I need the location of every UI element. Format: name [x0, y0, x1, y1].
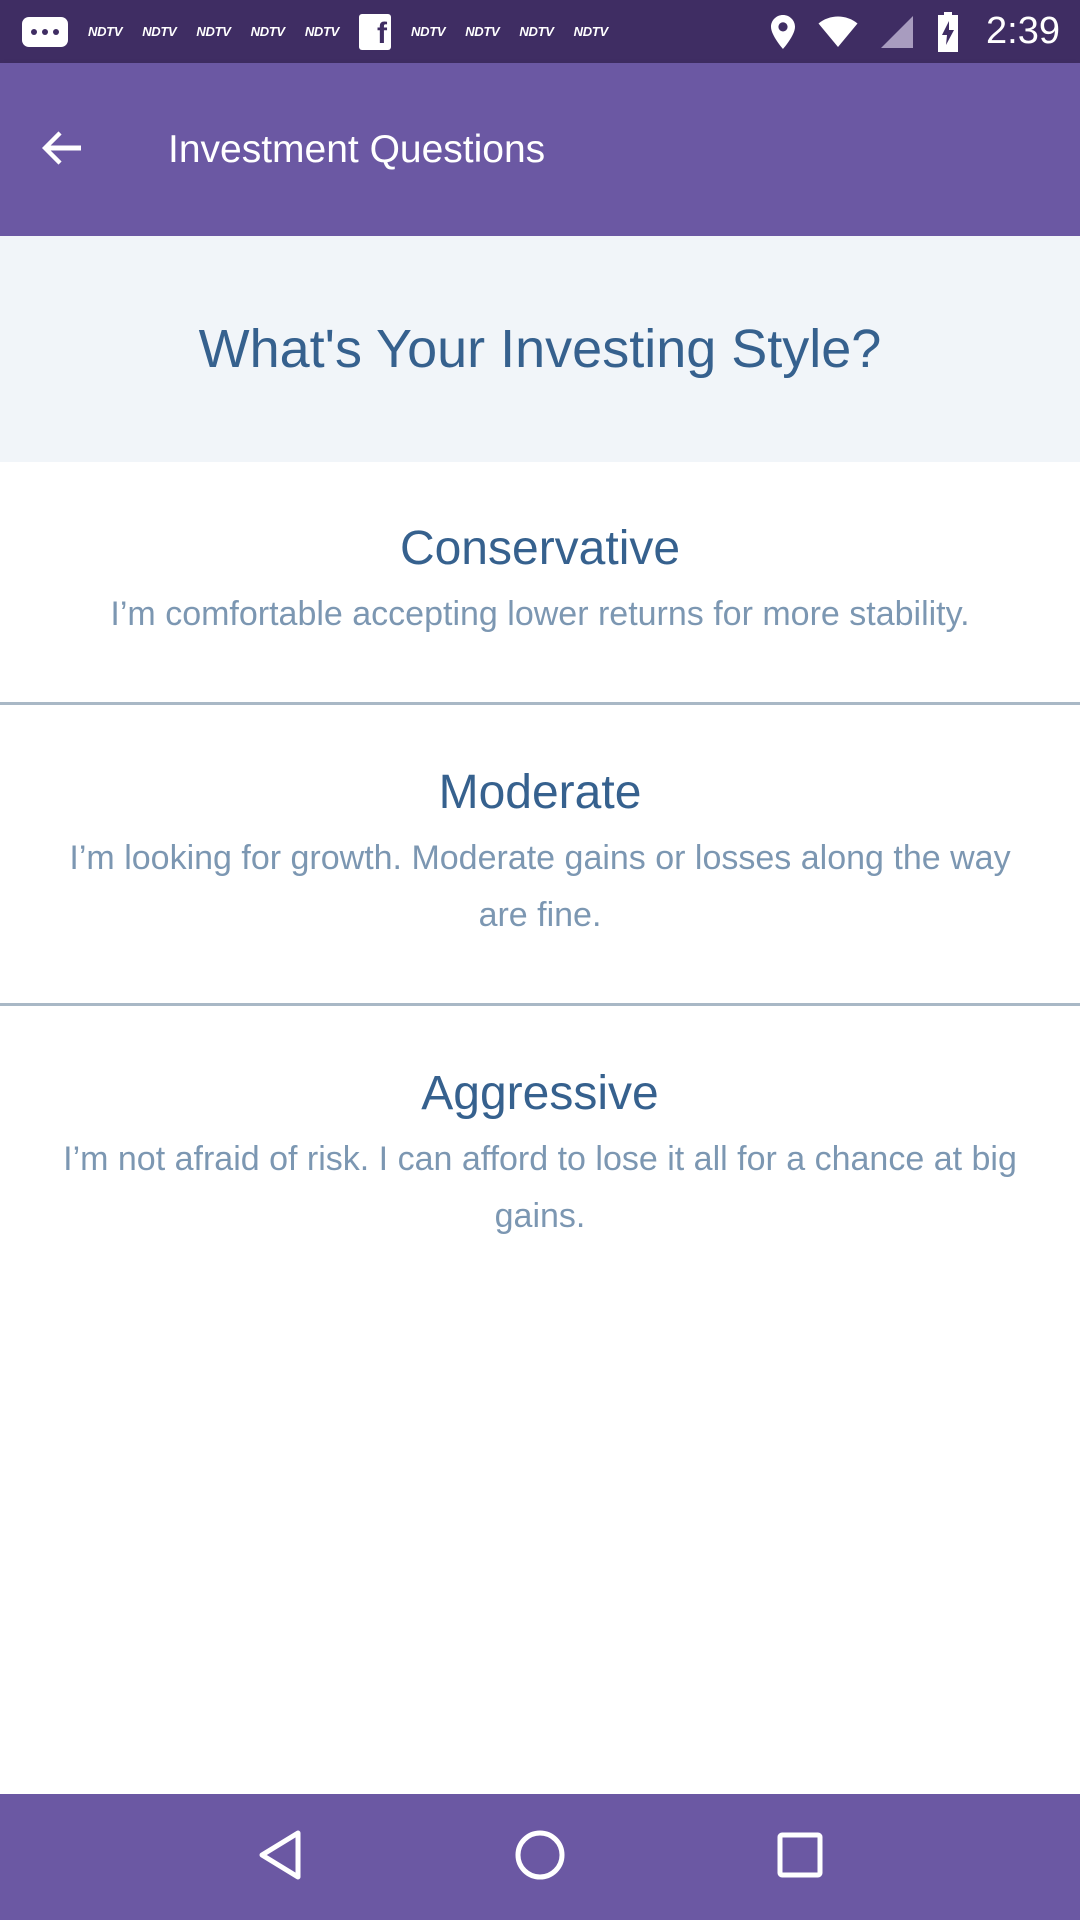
- wifi-icon: [818, 16, 858, 48]
- recents-square-icon: [776, 1831, 824, 1884]
- home-circle-icon: [514, 1829, 566, 1886]
- ndtv-icon: NDTV: [88, 24, 123, 39]
- ndtv-icon: NDTV: [411, 24, 446, 39]
- nav-back-button[interactable]: [240, 1817, 320, 1897]
- cellular-signal-icon: [880, 15, 914, 49]
- ndtv-icon: NDTV: [142, 24, 177, 39]
- option-conservative[interactable]: Conservative I’m comfortable accepting l…: [0, 520, 1080, 643]
- page-title: Investment Questions: [168, 128, 546, 171]
- question-header: What's Your Investing Style?: [0, 236, 1080, 462]
- ndtv-icon: NDTV: [573, 24, 609, 39]
- arrow-back-icon: [40, 126, 84, 175]
- question-title: What's Your Investing Style?: [198, 319, 882, 379]
- option-description: I’m not afraid of risk. I can afford to …: [63, 1140, 1017, 1235]
- nav-home-button[interactable]: [500, 1817, 580, 1897]
- app-bar: Investment Questions: [0, 63, 1080, 236]
- option-description: I’m comfortable accepting lower returns …: [110, 595, 970, 633]
- navigation-bar: [0, 1794, 1080, 1920]
- option-moderate[interactable]: Moderate I’m looking for growth. Moderat…: [0, 764, 1080, 944]
- divider: [0, 702, 1080, 705]
- battery-charging-icon: [936, 11, 960, 52]
- notification-icons: NDTV NDTV NDTV NDTV NDTV f NDTV NDTV NDT…: [22, 13, 609, 50]
- ndtv-icon: NDTV: [250, 24, 286, 39]
- back-button[interactable]: [30, 118, 94, 182]
- nav-recents-button[interactable]: [760, 1817, 840, 1897]
- option-aggressive[interactable]: Aggressive I’m not afraid of risk. I can…: [0, 1065, 1080, 1245]
- option-title: Aggressive: [421, 1067, 659, 1120]
- option-title: Moderate: [438, 766, 642, 819]
- ndtv-icon: NDTV: [304, 24, 340, 39]
- ndtv-icon: NDTV: [519, 24, 554, 39]
- message-icon: [22, 16, 68, 47]
- ndtv-icon: NDTV: [465, 24, 500, 39]
- location-icon: [770, 14, 796, 50]
- back-triangle-icon: [256, 1829, 304, 1886]
- option-description: I’m looking for growth. Moderate gains o…: [69, 839, 1011, 934]
- system-icons: 2:39: [770, 10, 1060, 53]
- option-title: Conservative: [399, 522, 681, 575]
- divider: [0, 1003, 1080, 1006]
- clock: 2:39: [986, 10, 1060, 52]
- status-bar: NDTV NDTV NDTV NDTV NDTV f NDTV NDTV NDT…: [0, 0, 1080, 63]
- facebook-icon: f: [359, 13, 392, 50]
- ndtv-icon: NDTV: [196, 24, 231, 39]
